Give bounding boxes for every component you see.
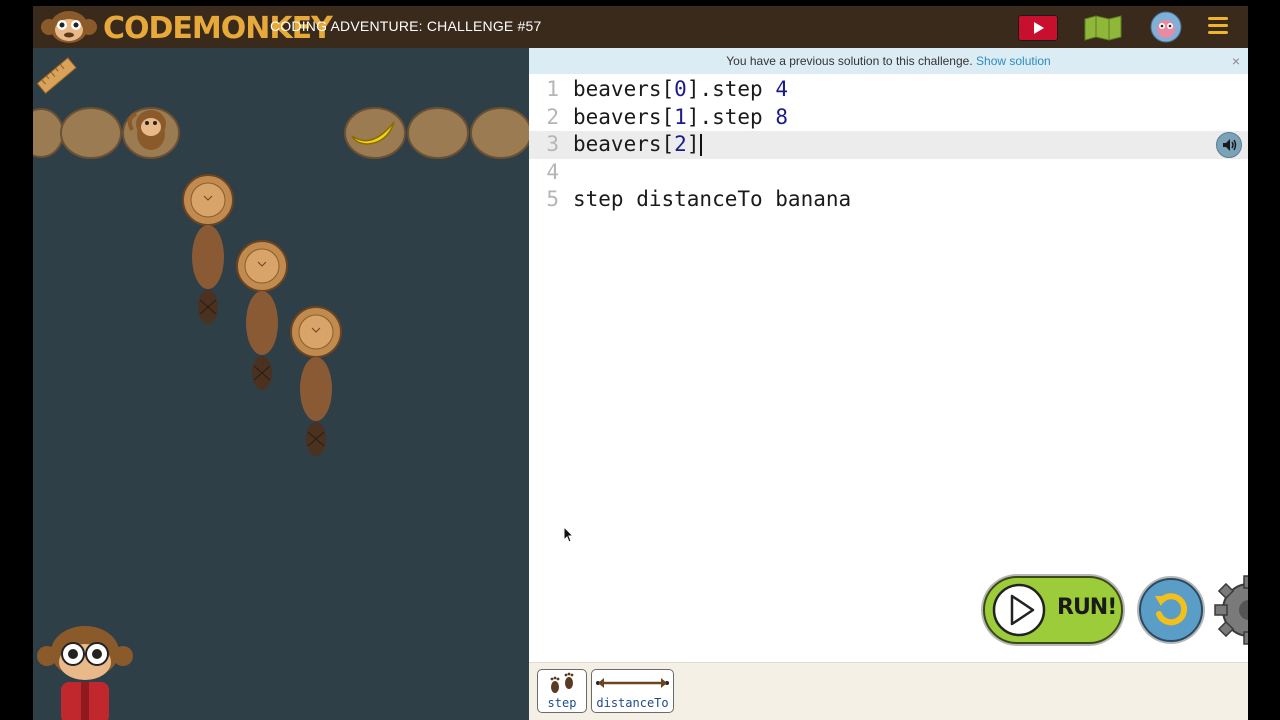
- notice-message: You have a previous solution to this cha…: [726, 54, 973, 68]
- avatar-icon: [1150, 11, 1182, 43]
- play-video-icon: [1034, 22, 1044, 34]
- monkey-logo-icon: [41, 11, 97, 43]
- beaver-1[interactable]: [232, 238, 292, 398]
- step-tile-label: step: [547, 696, 577, 710]
- gear-icon: [1214, 575, 1248, 645]
- code-line[interactable]: 5 step distanceTo banana: [529, 186, 1248, 214]
- ruler-icon[interactable]: [35, 54, 79, 98]
- video-button[interactable]: [1018, 15, 1058, 41]
- app-window: codemonkey CODING ADVENTURE: CHALLENGE #…: [33, 6, 1248, 720]
- code-line[interactable]: 2 beavers[1].step 8: [529, 104, 1248, 132]
- menu-icon[interactable]: [1208, 17, 1228, 37]
- run-label: RUN!: [1057, 595, 1117, 620]
- code-editor-panel: You have a previous solution to this cha…: [529, 48, 1248, 720]
- step-command-tile[interactable]: step: [537, 669, 587, 713]
- speaker-glyph: [1223, 139, 1237, 151]
- distanceto-tile-label: distanceTo: [596, 696, 669, 710]
- double-arrow-icon: [596, 678, 669, 688]
- code-text[interactable]: beavers[0].step 4: [573, 76, 788, 104]
- reset-icon: [1137, 576, 1205, 644]
- map-button[interactable]: [1083, 15, 1123, 41]
- reset-button[interactable]: [1135, 574, 1207, 646]
- code-text[interactable]: beavers[2]: [573, 131, 703, 159]
- beaver-0[interactable]: [178, 172, 238, 332]
- guide-monkey-character: [37, 626, 133, 720]
- banana-icon: [351, 121, 395, 145]
- text-cursor: [700, 134, 703, 156]
- previous-solution-notice: You have a previous solution to this cha…: [529, 48, 1248, 74]
- show-solution-link[interactable]: Show solution: [976, 54, 1051, 68]
- line-number: 4: [546, 159, 559, 184]
- code-line-active[interactable]: 3 beavers[2]: [529, 131, 1248, 159]
- code-text-content: beavers[2]: [573, 132, 700, 156]
- code-line[interactable]: 1 beavers[0].step 4: [529, 76, 1248, 104]
- footprints-icon: [550, 672, 574, 693]
- code-editor[interactable]: 1 beavers[0].step 4 2 beavers[1].step 8 …: [529, 76, 1248, 214]
- avatar-button[interactable]: [1150, 11, 1182, 43]
- speaker-icon[interactable]: [1216, 132, 1242, 158]
- line-number: 3: [546, 132, 559, 156]
- beaver-2[interactable]: [286, 304, 346, 464]
- mouse-pointer-icon: [563, 526, 575, 543]
- line-number: 1: [546, 77, 559, 101]
- monkey-character: [127, 110, 166, 150]
- command-palette: step distanceTo: [529, 662, 1248, 720]
- settings-gear-icon[interactable]: [1213, 574, 1248, 646]
- code-text[interactable]: step distanceTo banana: [573, 186, 851, 214]
- line-number: 5: [546, 187, 559, 211]
- map-icon: [1084, 15, 1122, 41]
- code-line[interactable]: 4: [529, 159, 1248, 187]
- top-bar: codemonkey CODING ADVENTURE: CHALLENGE #…: [33, 6, 1248, 48]
- close-notice-icon[interactable]: ×: [1232, 48, 1240, 74]
- distanceto-command-tile[interactable]: distanceTo: [591, 669, 674, 713]
- run-button[interactable]: RUN!: [979, 572, 1127, 648]
- line-number: 2: [546, 104, 559, 129]
- challenge-title: CODING ADVENTURE: CHALLENGE #57: [270, 18, 542, 34]
- code-text[interactable]: beavers[1].step 8: [573, 104, 788, 132]
- game-board: [33, 48, 529, 720]
